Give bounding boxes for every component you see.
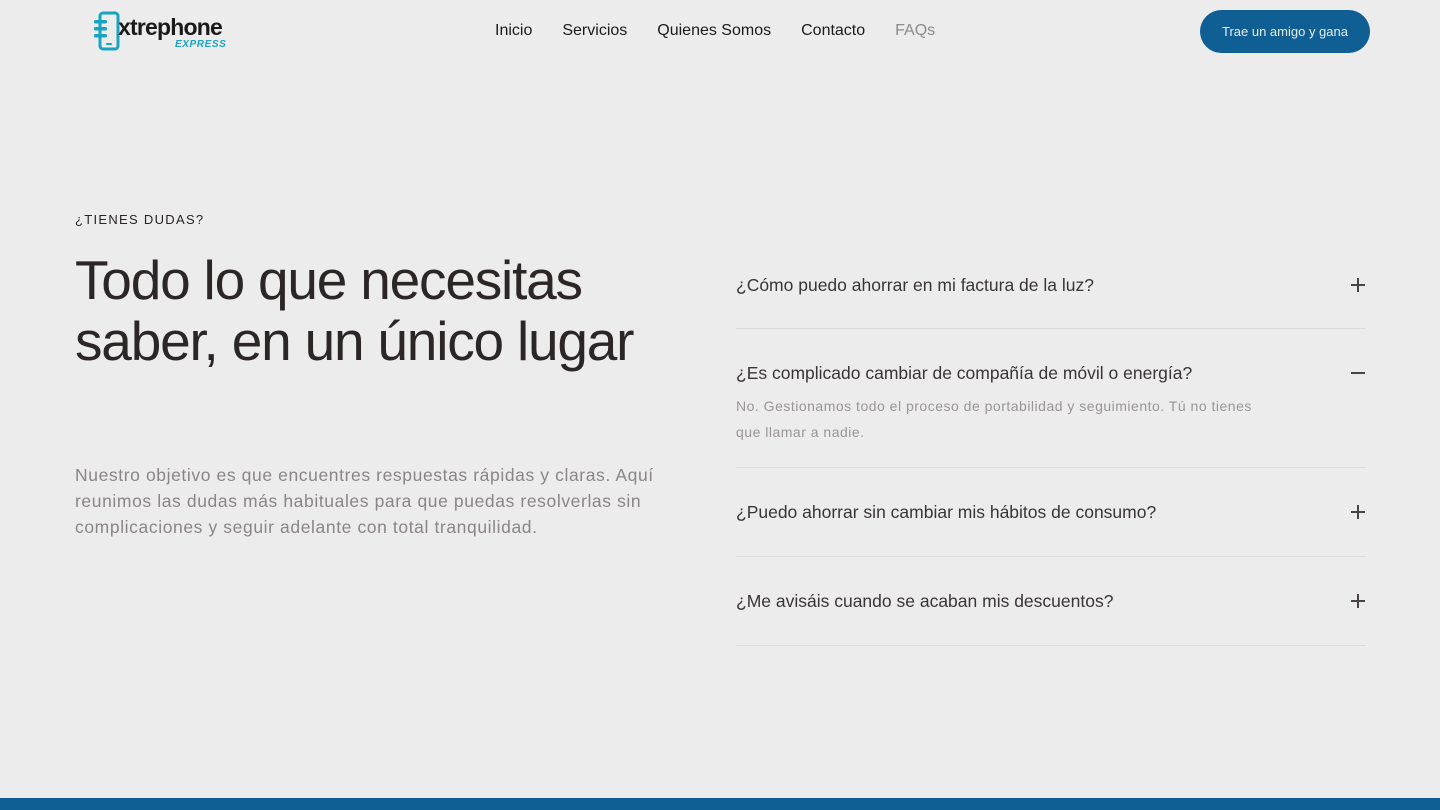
faq-item: ¿Me avisáis cuando se acaban mis descuen… <box>736 557 1366 646</box>
faq-item: ¿Puedo ahorrar sin cambiar mis hábitos d… <box>736 468 1366 557</box>
plus-icon[interactable] <box>1351 278 1365 292</box>
nav-item-quienes-somos[interactable]: Quienes Somos <box>642 21 786 41</box>
plus-icon[interactable] <box>1351 505 1365 519</box>
faq-answer: No. Gestionamos todo el proceso de porta… <box>736 398 1252 440</box>
faq-accordion: ¿Cómo puedo ahorrar en mi factura de la … <box>736 242 1366 646</box>
refer-friend-button[interactable]: Trae un amigo y gana <box>1200 10 1370 53</box>
nav-item-contacto[interactable]: Contacto <box>786 21 880 41</box>
main-nav: Inicio Servicios Quienes Somos Contacto … <box>480 21 950 41</box>
section-eyebrow: ¿TIENES DUDAS? <box>75 212 205 227</box>
faq-question: ¿Puedo ahorrar sin cambiar mis hábitos d… <box>736 501 1157 522</box>
logo-wordmark: xtrephone <box>118 14 223 40</box>
logo-subtitle: EXPRESS <box>175 39 227 50</box>
faq-item: ¿Cómo puedo ahorrar en mi factura de la … <box>736 242 1366 329</box>
faq-question-toggle[interactable]: ¿Me avisáis cuando se acaban mis descuen… <box>736 557 1366 645</box>
intro-paragraph: Nuestro objetivo es que encuentres respu… <box>75 465 654 537</box>
page-title: Todo lo que necesitas saber, en un único… <box>75 249 634 372</box>
faq-question-toggle[interactable]: ¿Puedo ahorrar sin cambiar mis hábitos d… <box>736 468 1366 556</box>
faq-question-toggle[interactable]: ¿Cómo puedo ahorrar en mi factura de la … <box>736 242 1366 328</box>
xtrephone-logo[interactable]: xtrephone EXPRESS <box>94 10 244 54</box>
faq-question: ¿Me avisáis cuando se acaban mis descuen… <box>736 590 1114 611</box>
faq-item: ¿Es complicado cambiar de compañía de mó… <box>736 329 1366 468</box>
faq-question: ¿Es complicado cambiar de compañía de mó… <box>736 362 1193 383</box>
plus-icon[interactable] <box>1351 594 1365 608</box>
site-header: xtrephone EXPRESS Inicio Servicios Quien… <box>0 0 1440 64</box>
nav-item-inicio[interactable]: Inicio <box>480 21 547 41</box>
faq-question: ¿Cómo puedo ahorrar en mi factura de la … <box>736 274 1094 295</box>
nav-item-servicios[interactable]: Servicios <box>547 21 642 41</box>
minus-icon[interactable] <box>1351 366 1365 380</box>
footer-edge-bar <box>0 798 1440 810</box>
nav-item-faqs[interactable]: FAQs <box>880 21 950 41</box>
